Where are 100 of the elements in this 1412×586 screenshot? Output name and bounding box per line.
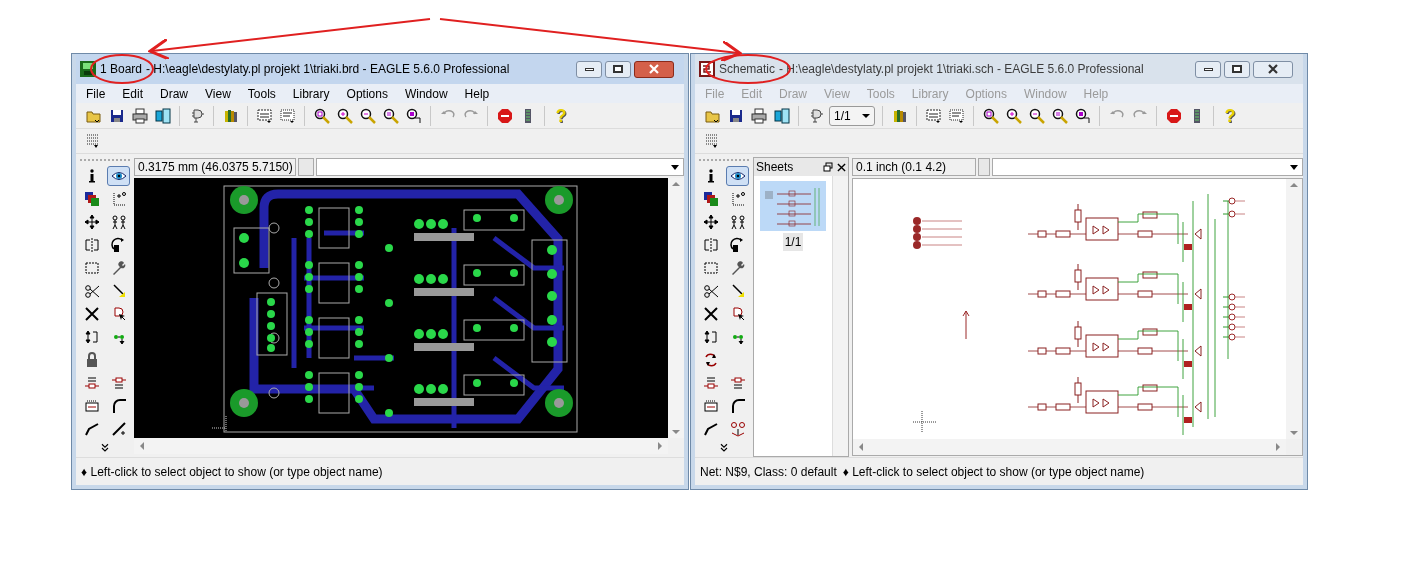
menu-item[interactable]: Edit [122, 84, 144, 103]
two-figures-icon [729, 214, 746, 230]
sheet-label: 1/1 [782, 233, 804, 251]
help-button[interactable]: ? [1219, 104, 1241, 127]
sheet-thumbnail[interactable] [760, 181, 826, 231]
stop-sign-icon [496, 107, 513, 124]
layers-icon [702, 191, 719, 207]
maximize-icon [1232, 65, 1242, 73]
dotted-grid-icon [85, 133, 101, 149]
two-figures-icon [110, 214, 127, 230]
padlock-icon [84, 352, 100, 368]
resistor-label-icon [702, 375, 719, 391]
swap-arrows-icon [702, 329, 719, 345]
chevron-down-icon [99, 442, 111, 454]
command-input[interactable] [316, 158, 684, 176]
cross-icon [702, 306, 719, 322]
books-icon [222, 107, 239, 124]
menu-item[interactable]: Options [346, 84, 388, 103]
axes-icon [729, 191, 746, 207]
help-button[interactable]: ? [550, 104, 572, 127]
move-arrows-icon [83, 214, 100, 230]
close-button[interactable] [1253, 60, 1293, 78]
dashed-rectangle-icon [702, 260, 719, 276]
cycle-arrows-icon [703, 352, 719, 368]
vertical-scrollbar[interactable] [832, 176, 848, 456]
menu-item[interactable]: Help [464, 84, 490, 103]
dropdown-arrow-icon [1290, 164, 1298, 170]
tool-button[interactable] [726, 166, 749, 186]
bent-line-icon [702, 421, 719, 437]
layers-icon [83, 191, 100, 207]
swap-arrows-icon [83, 329, 100, 345]
mirror-icon [83, 237, 100, 253]
minimize-button[interactable] [576, 60, 602, 78]
restore-icon [823, 162, 833, 172]
script-icon [256, 107, 273, 124]
menu-item[interactable]: View [205, 84, 231, 103]
maximize-button[interactable] [605, 60, 631, 78]
zoom-select-icon [405, 107, 422, 124]
minimize-icon [1203, 67, 1213, 71]
menu-item[interactable]: Draw [160, 84, 189, 103]
maximize-icon [613, 65, 623, 73]
film-icon [154, 107, 171, 124]
maximize-button[interactable] [1224, 60, 1250, 78]
printer-icon [131, 107, 148, 124]
zoom-select-icon [1074, 107, 1091, 124]
scissors-icon [702, 283, 719, 299]
net-info: Net: N$9, Class: 0 default [700, 463, 837, 481]
books-icon [891, 107, 908, 124]
script-list-icon [948, 107, 965, 124]
minimize-button[interactable] [1195, 60, 1221, 78]
smash-icon [83, 398, 100, 414]
curve-icon [110, 398, 127, 414]
move-arrows-icon [702, 214, 719, 230]
film-icon [773, 107, 790, 124]
script-icon [925, 107, 942, 124]
invoke-icon [729, 421, 746, 437]
zoom-out-icon [1028, 107, 1045, 124]
script-list-icon [279, 107, 296, 124]
annotation-circle [90, 54, 154, 84]
menu-item[interactable]: Window [404, 84, 448, 103]
coordinate-display: 0.1 inch (0.1 4.2) [852, 158, 976, 176]
sheet-dropdown[interactable]: 1/1 [829, 105, 875, 126]
window-title: - H:\eagle\destylaty.pl projekt 1\triaki.brd - EAGLE 5.6.0 Professional [146, 61, 510, 78]
close-button[interactable] [634, 60, 674, 78]
dotted-grid-icon [704, 133, 720, 149]
zoom-fit-icon [982, 107, 999, 124]
stop-sign-icon [1165, 107, 1182, 124]
close-icon [837, 162, 846, 172]
brush-icon [110, 283, 127, 299]
axes-icon [110, 191, 127, 207]
dropdown-arrow-icon [671, 164, 679, 170]
status-message: ♦ Left-click to select object to show (or type object name) [81, 463, 383, 481]
close-icon [1267, 64, 1279, 74]
coordinate-display: 0.3175 mm (46.0375 5.7150) [134, 158, 296, 176]
zoom-out-icon [359, 107, 376, 124]
printer-icon [750, 107, 767, 124]
zoom-in-icon [1005, 107, 1022, 124]
menu-item[interactable]: Tools [247, 84, 276, 103]
zoom-redraw-icon [382, 107, 399, 124]
menu-item[interactable]: Library [292, 84, 330, 103]
cross-icon [83, 306, 100, 322]
status-box [978, 158, 990, 176]
scissors-icon [83, 283, 100, 299]
zoom-in-icon [336, 107, 353, 124]
bent-line-icon [83, 421, 100, 437]
menu-item[interactable]: File [86, 84, 106, 103]
brush-icon [729, 283, 746, 299]
minimize-icon [584, 67, 594, 71]
mirror-icon [702, 237, 719, 253]
dashed-rectangle-icon [83, 260, 100, 276]
document-title: Schematic [719, 61, 776, 78]
zoom-fit-icon [313, 107, 330, 124]
close-icon [648, 64, 660, 74]
command-input[interactable] [992, 158, 1303, 176]
smash-icon [702, 398, 719, 414]
resistor-label-icon [83, 375, 100, 391]
status-box [298, 158, 314, 176]
resistor-value-icon [729, 375, 746, 391]
panel-title: Sheets [756, 159, 795, 176]
tool-button[interactable] [107, 166, 130, 186]
